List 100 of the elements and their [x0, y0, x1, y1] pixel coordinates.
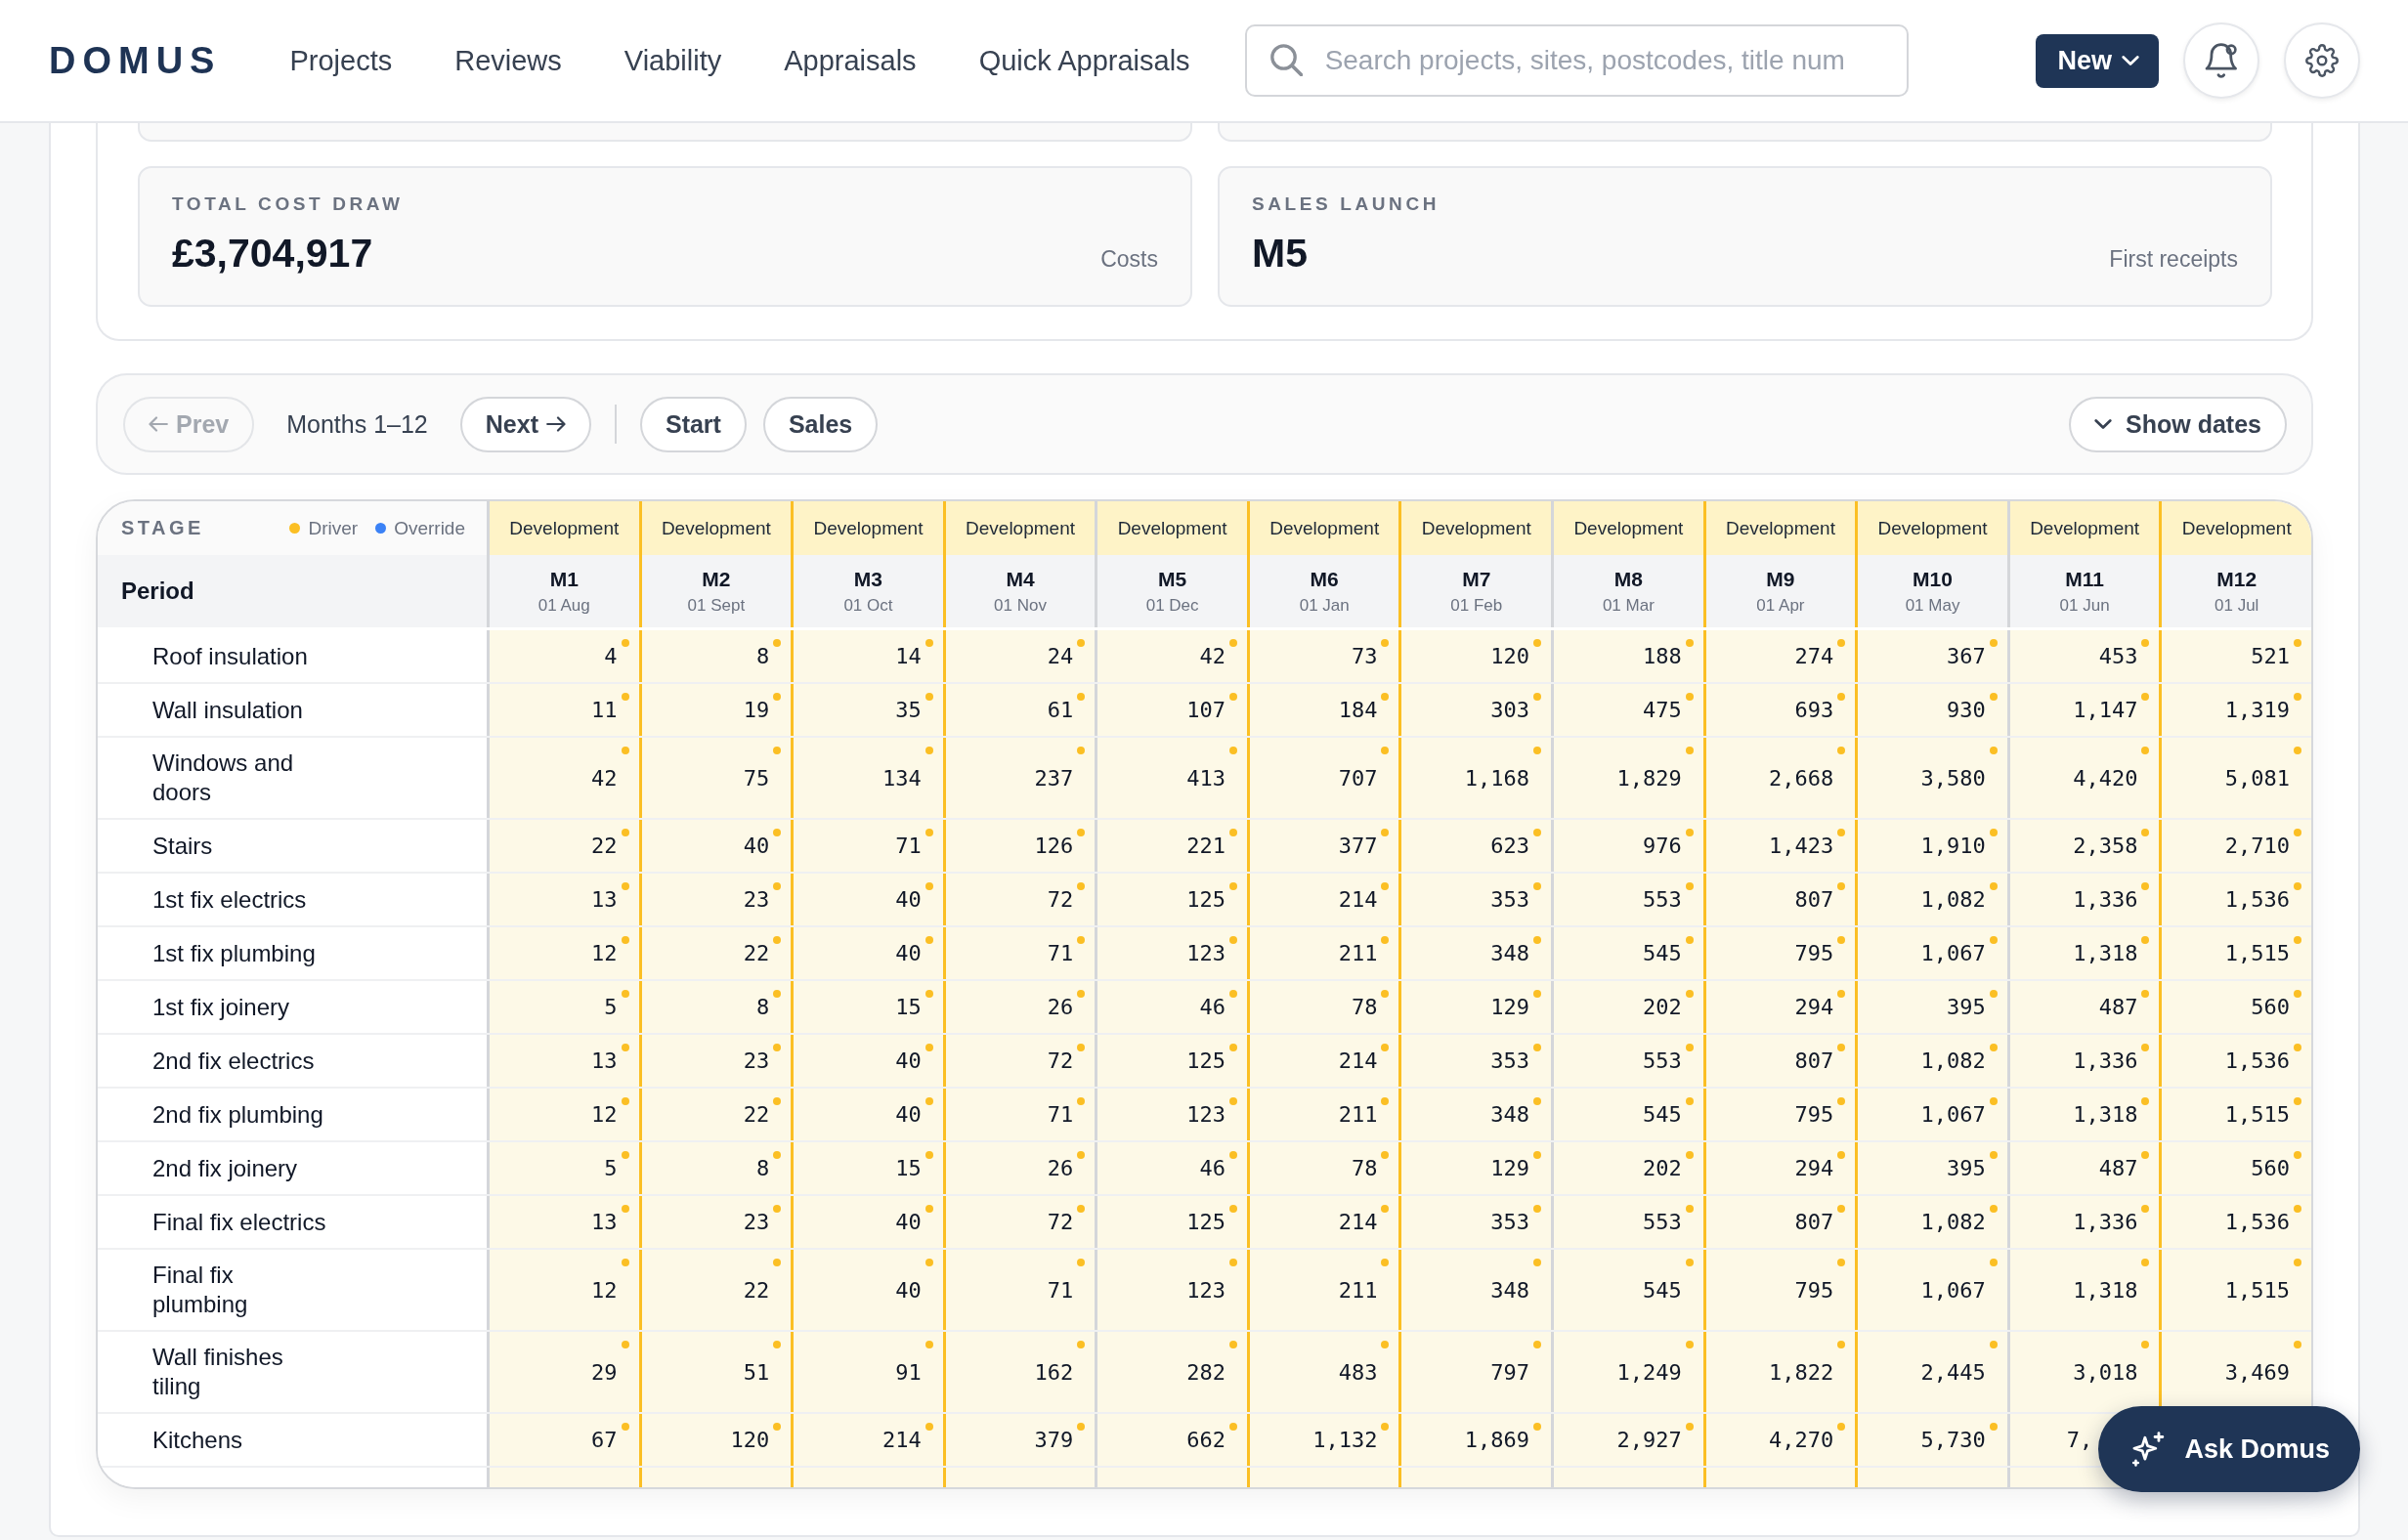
nav-item[interactable]: Projects: [289, 44, 393, 77]
cell-value: 8: [755, 995, 770, 1019]
cell-value: 22: [591, 834, 618, 858]
cell-value: 3,018: [2073, 1359, 2138, 1385]
cell-value: 22: [743, 941, 770, 965]
gear-icon: [2305, 43, 2339, 78]
stage-cell: Development: [2159, 501, 2311, 555]
cell-value: 348: [1490, 1102, 1530, 1127]
cell-value: 72: [1047, 1210, 1074, 1234]
nav-item[interactable]: Viability: [624, 44, 722, 77]
cell-value: 13: [591, 887, 618, 912]
nav-item[interactable]: Appraisals: [784, 44, 917, 77]
cell-value: 162: [1034, 1359, 1074, 1385]
stage-cell: Development: [487, 501, 639, 555]
row-label: Final fix plumbing: [152, 1261, 249, 1319]
jump-button[interactable]: Start: [639, 396, 747, 452]
period-date: 01 Feb: [1450, 595, 1503, 616]
cell-value: 807: [1794, 1048, 1834, 1073]
cell-value: 221: [1186, 834, 1226, 858]
row-label: 1st fix plumbing: [152, 938, 316, 968]
cell-value: 930: [1947, 698, 1986, 722]
stage-cell: Development: [1398, 501, 1552, 555]
cell-value: 348: [1490, 941, 1530, 965]
cell-value: 553: [1642, 1210, 1682, 1234]
cell-value: 129: [1490, 995, 1530, 1019]
cell-value: 46: [1199, 1156, 1226, 1180]
cell-value: 353: [1490, 1210, 1530, 1234]
cell-value: 1,336: [2073, 887, 2138, 912]
stage-cell: Development: [1702, 501, 1856, 555]
cell-value: 40: [895, 887, 922, 912]
cell-value: 1,319: [2224, 698, 2290, 722]
row-label: Wall insulation: [152, 695, 303, 725]
cell-value: 1,067: [1920, 1277, 1986, 1303]
period-date: 01 Mar: [1602, 595, 1655, 616]
cell-value: 40: [895, 1210, 922, 1234]
cell-value: 353: [1490, 1048, 1530, 1073]
ask-button[interactable]: Ask Domus: [2098, 1406, 2360, 1492]
period-label: M4: [1006, 567, 1035, 591]
stat-label: TOTAL COST DRAW: [172, 193, 404, 215]
new-button[interactable]: New: [2036, 33, 2159, 88]
cell-value: 1,318: [2073, 1277, 2138, 1303]
cell-value: 14: [895, 644, 922, 668]
cell-value: 1,536: [2224, 887, 2290, 912]
cell-value: 1,515: [2224, 1102, 2290, 1127]
cell-value: 545: [1642, 941, 1682, 965]
cell-value: 22: [743, 1277, 770, 1303]
cell-value: 91: [895, 1359, 922, 1385]
cell-value: 453: [2098, 644, 2138, 668]
cell-value: 1,910: [1920, 834, 1986, 858]
period-label: M3: [853, 567, 883, 591]
period-label: M11: [2065, 567, 2104, 591]
stat-value: £3,704,917: [172, 230, 373, 278]
cell-value: 46: [1199, 995, 1226, 1019]
cell-value: 40: [895, 1102, 922, 1127]
cell-value: 4,420: [2073, 765, 2138, 791]
logo[interactable]: DOMUS: [49, 42, 222, 79]
cell-value: 11: [591, 698, 618, 722]
cell-value: 1,067: [1920, 941, 1986, 965]
cell-value: 353: [1490, 887, 1530, 912]
cell-value: 1,829: [1616, 765, 1682, 791]
cell-value: 483: [1338, 1359, 1378, 1385]
cell-value: 1,515: [2224, 1277, 2290, 1303]
chevron-down-icon: [2122, 56, 2139, 65]
cell-value: 78: [1352, 1156, 1378, 1180]
row-label: Roof insulation: [152, 641, 308, 671]
row-label: Windows and doors: [152, 749, 295, 807]
cell-value: 795: [1794, 1277, 1834, 1303]
jump-button[interactable]: Sales: [762, 396, 879, 452]
month-range: Months 1–12: [286, 409, 428, 439]
cell-value: 487: [2098, 995, 2138, 1019]
row-label: Kitchens: [152, 1425, 243, 1455]
cell-value: 1,869: [1464, 1428, 1530, 1452]
cell-value: 1,082: [1920, 887, 1986, 912]
cell-value: 123: [1186, 941, 1226, 965]
cell-value: 42: [1199, 644, 1226, 668]
show-dates-button[interactable]: Show dates: [2069, 396, 2287, 452]
cell-value: 1,082: [1920, 1210, 1986, 1234]
period-label: M5: [1158, 567, 1187, 591]
cell-value: 294: [1794, 995, 1834, 1019]
search-field[interactable]: Search projects, sites, postcodes, title num: [1244, 24, 1909, 97]
cell-value: 545: [1642, 1102, 1682, 1127]
cell-value: 797: [1490, 1359, 1530, 1385]
period-date: 01 May: [1905, 595, 1960, 616]
cell-value: 795: [1794, 941, 1834, 965]
cell-value: 623: [1490, 834, 1530, 858]
cell-value: 71: [1047, 941, 1074, 965]
period-label: M8: [1613, 567, 1643, 591]
next-button[interactable]: Next: [459, 396, 591, 452]
cell-value: 693: [1794, 698, 1834, 722]
cell-value: 237: [1034, 765, 1074, 791]
cell-value: 795: [1794, 1102, 1834, 1127]
cell-value: 126: [1034, 834, 1074, 858]
cell-value: 134: [882, 765, 922, 791]
period-label: M2: [702, 567, 731, 591]
cell-value: 40: [895, 1277, 922, 1303]
nav-item[interactable]: Quick Appraisals: [978, 44, 1190, 77]
nav-item[interactable]: Reviews: [454, 44, 562, 77]
cell-value: 1,132: [1312, 1428, 1378, 1452]
cell-value: 3,580: [1920, 765, 1986, 791]
cell-value: 413: [1186, 765, 1226, 791]
